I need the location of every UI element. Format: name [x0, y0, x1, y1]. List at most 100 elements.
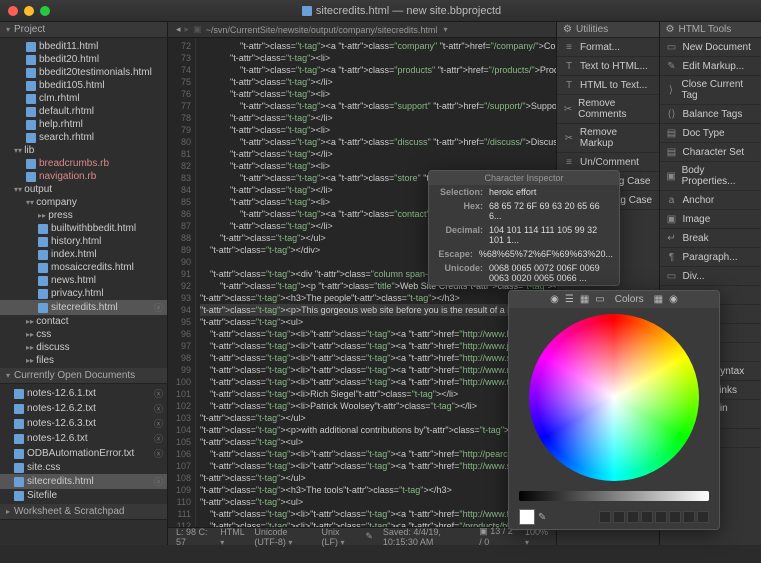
file-item[interactable]: bbedit105.html [0, 79, 167, 92]
palette-item[interactable]: THTML to Text... [557, 76, 659, 95]
color-mode-palette-icon[interactable]: ▦ [580, 294, 589, 305]
file-icon [26, 68, 36, 78]
file-item[interactable]: mosaiccredits.html [0, 261, 167, 274]
close-window-button[interactable] [8, 6, 18, 16]
open-document-item[interactable]: notes-12.6.3.txtⓧ [0, 416, 167, 431]
open-document-item[interactable]: sitecredits.htmlⓧ [0, 474, 167, 489]
open-document-item[interactable]: ODBAutomationError.txtⓧ [0, 446, 167, 461]
close-icon[interactable]: ⓧ [154, 402, 163, 415]
open-document-item[interactable]: notes-12.6.2.txtⓧ [0, 401, 167, 416]
folder-item[interactable]: lib [0, 144, 167, 157]
brightness-slider[interactable] [519, 491, 709, 501]
file-item[interactable]: bbedit11.html [0, 40, 167, 53]
file-item[interactable]: bbedit20.html [0, 53, 167, 66]
html-tools-header[interactable]: HTML Tools [660, 22, 761, 38]
close-icon[interactable]: ⓧ [154, 475, 163, 488]
color-mode-wheel-icon[interactable]: ◉ [550, 294, 559, 305]
palette-item[interactable]: ✂Remove Markup [557, 124, 659, 153]
current-color-swatch[interactable] [519, 509, 535, 525]
eyedropper-icon[interactable]: ✎ [538, 512, 546, 523]
folder-item[interactable]: company [0, 196, 167, 209]
palette-item[interactable]: aAnchor [660, 191, 761, 210]
item-label: default.rhtml [39, 106, 94, 117]
folder-item[interactable]: output [0, 183, 167, 196]
open-document-item[interactable]: Sitefile [0, 489, 167, 502]
saved-swatch[interactable] [669, 511, 681, 523]
file-item[interactable]: clm.rhtml [0, 92, 167, 105]
open-document-item[interactable]: site.css [0, 461, 167, 474]
saved-swatch[interactable] [599, 511, 611, 523]
project-panel-header[interactable]: ▾ Project [0, 22, 167, 38]
inspector-row: Decimal:104 101 114 111 105 99 32 101 1.… [429, 223, 619, 247]
folder-item[interactable]: files [0, 354, 167, 367]
minimize-window-button[interactable] [24, 6, 34, 16]
palette-item[interactable]: ⟨⟩Balance Tags [660, 105, 761, 124]
file-item[interactable]: index.html [0, 248, 167, 261]
cursor-position[interactable]: L: 98 C: 57 [176, 527, 210, 547]
palette-item[interactable]: ⟩Close Current Tag [660, 76, 761, 105]
saved-swatch[interactable] [655, 511, 667, 523]
palette-item[interactable]: TText to HTML... [557, 57, 659, 76]
file-item[interactable]: help.rhtml [0, 118, 167, 131]
line-ending-popup[interactable]: Unix (LF) [322, 527, 340, 547]
close-icon[interactable]: ⓧ [154, 432, 163, 445]
color-mode-crayons-icon[interactable]: ▦ [654, 294, 663, 305]
saved-swatch[interactable] [641, 511, 653, 523]
zoom-window-button[interactable] [40, 6, 50, 16]
file-item[interactable]: breadcrumbs.rb [0, 157, 167, 170]
folder-item[interactable]: press [0, 209, 167, 222]
saved-swatch[interactable] [627, 511, 639, 523]
palette-item[interactable]: ▭Div... [660, 267, 761, 286]
palette-item[interactable]: ¶Paragraph... [660, 248, 761, 267]
encoding-popup[interactable]: Unicode (UTF-8) [254, 527, 287, 547]
close-icon[interactable]: ⓧ [154, 301, 163, 314]
palette-item[interactable]: ≡Format... [557, 38, 659, 57]
close-icon[interactable]: ⓧ [154, 417, 163, 430]
folder-item[interactable]: contact [0, 315, 167, 328]
file-item[interactable]: privacy.html [0, 287, 167, 300]
item-label: lib [18, 145, 34, 156]
saved-swatch[interactable] [697, 511, 709, 523]
item-label: site.css [27, 462, 60, 473]
color-mode-sliders-icon[interactable]: ☰ [565, 294, 574, 305]
file-item[interactable]: sitecredits.htmlⓧ [0, 300, 167, 315]
palette-item[interactable]: ✂Remove Comments [557, 95, 659, 124]
close-icon[interactable]: ⓧ [154, 447, 163, 460]
file-icon [38, 237, 48, 247]
file-item[interactable]: builtwithbbedit.html [0, 222, 167, 235]
language-popup[interactable]: HTML [220, 527, 244, 537]
saved-swatch[interactable] [613, 511, 625, 523]
colors-panel-header[interactable]: ◉ ☰ ▦ ▭ Colors ▦ ◉ [509, 291, 719, 308]
folder-item[interactable]: css [0, 328, 167, 341]
document-path-bar[interactable]: ◂ ▸ ▣ ~/svn/CurrentSite/newsite/output/c… [168, 22, 556, 38]
inspector-label: Escape: [435, 249, 479, 259]
palette-item[interactable]: ▣Image [660, 210, 761, 229]
saved-swatch[interactable] [683, 511, 695, 523]
file-item[interactable]: news.html [0, 274, 167, 287]
open-docs-header[interactable]: ▾ Currently Open Documents [0, 368, 167, 384]
palette-item[interactable]: ▣Body Properties... [660, 162, 761, 191]
file-item[interactable]: bbedit20testimonials.html [0, 66, 167, 79]
palette-item[interactable]: ▤Character Set [660, 143, 761, 162]
palette-item[interactable]: ✎Edit Markup... [660, 57, 761, 76]
file-item[interactable]: search.rhtml [0, 131, 167, 144]
nav-fwd-icon[interactable]: ▸ [185, 24, 190, 35]
palette-item[interactable]: ▭New Document [660, 38, 761, 57]
nav-back-icon[interactable]: ◂ [176, 24, 181, 35]
close-icon[interactable]: ⓧ [154, 387, 163, 400]
file-item[interactable]: default.rhtml [0, 105, 167, 118]
file-item[interactable]: history.html [0, 235, 167, 248]
open-document-item[interactable]: notes-12.6.1.txtⓧ [0, 386, 167, 401]
file-item[interactable]: navigation.rb [0, 170, 167, 183]
color-mode-custom-icon[interactable]: ◉ [669, 294, 678, 305]
palette-item-icon: a [666, 194, 678, 206]
scratchpad-header[interactable]: ▸ Worksheet & Scratchpad [0, 504, 167, 520]
palette-item[interactable]: ↵Break [660, 229, 761, 248]
open-document-item[interactable]: notes-12.6.txtⓧ [0, 431, 167, 446]
color-wheel[interactable] [529, 314, 699, 481]
utilities-header[interactable]: Utilities [557, 22, 659, 38]
folder-item[interactable]: discuss [0, 341, 167, 354]
gear-icon [666, 24, 675, 35]
color-mode-spectrum-icon[interactable]: ▭ [595, 294, 604, 305]
palette-item[interactable]: ▤Doc Type [660, 124, 761, 143]
